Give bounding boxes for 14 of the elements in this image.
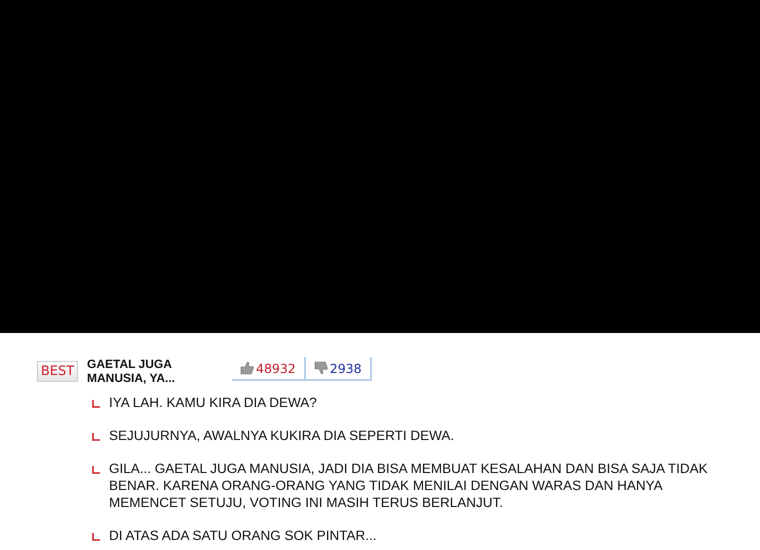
thumbs-up-icon — [240, 361, 254, 375]
thumbs-down-icon — [314, 361, 328, 375]
reply-text: SEJUJURNYA, AWALNYA KUKIRA DIA SEPERTI DEWA. — [109, 427, 456, 444]
reply-text: IYA LAH. KAMU KIRA DIA DEWA? — [109, 394, 318, 411]
reply-corner-icon — [92, 400, 100, 408]
dislike-button[interactable]: 2938 — [304, 357, 370, 379]
best-badge: BEST — [37, 361, 78, 382]
reply-text: DI ATAS ADA SATU ORANG SOK PINTAR... — [109, 527, 378, 544]
comment-title: GAETAL JUGA MANUSIA, YA... — [87, 357, 176, 385]
reply-corner-icon — [92, 466, 100, 474]
like-button[interactable]: 48932 — [232, 357, 304, 379]
reply-corner-icon — [92, 533, 100, 541]
reply-corner-icon — [92, 433, 100, 441]
reply-text: GILA... GAETAL JUGA MANUSIA, JADI DIA BISA MEMBUAT KESALAHAN DAN BISA SAJA TIDAK BENAR. KARENA ORANG-ORANG YANG TIDAK MENILAI DENGAN WARAS DAN HANYA MEMENCET SETUJU, VOTING INI MASIH TERUS BERLANJUT. — [109, 460, 709, 511]
